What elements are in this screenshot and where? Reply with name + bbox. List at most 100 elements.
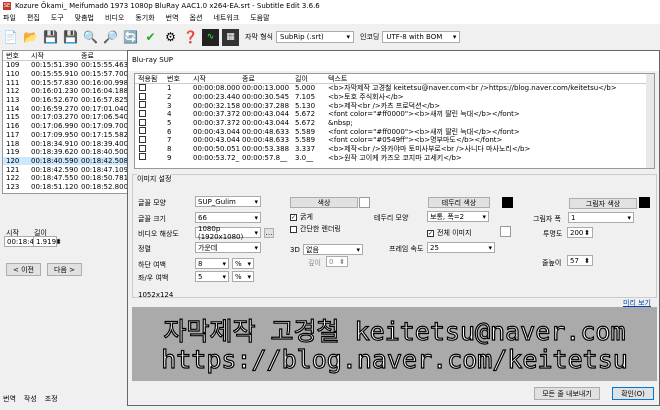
new-file-icon[interactable]: 📄 <box>2 29 19 46</box>
video-res-browse-button[interactable]: … <box>264 228 274 238</box>
menu-tools[interactable]: 도구 <box>51 13 64 23</box>
export-grid[interactable]: 적용됨 번호 시작 종료 길이 텍스트 1 00:00:08.000 00:00:1… <box>134 73 655 169</box>
table-row[interactable]: 112 00:16:01.230 00:16:04.188 <box>3 87 127 96</box>
checkbox[interactable] <box>139 135 146 143</box>
applied-checkbox[interactable] <box>135 92 167 102</box>
full-image-option[interactable]: ✓ 전체 이미지 <box>427 228 471 238</box>
help-icon[interactable]: ❓ <box>182 29 199 46</box>
table-cell: 00:00:48.633 <box>242 136 290 145</box>
encoding-select[interactable]: UTF-8 with BOM ▾ <box>382 31 461 43</box>
table-row[interactable]: 119 00:18:39.620 00:18:40.500 <box>3 148 127 157</box>
applied-checkbox[interactable] <box>135 153 167 162</box>
bold-checkbox[interactable]: ✓ <box>290 213 297 221</box>
menu-network[interactable]: 네트워크 <box>213 13 239 23</box>
transparency-input[interactable]: 200 ⬍ <box>567 227 593 238</box>
border-color-button[interactable]: 테두리 색상 <box>428 197 490 208</box>
full-image-checkbox[interactable]: ✓ <box>427 229 434 237</box>
font-color-button[interactable]: 색상 <box>290 197 358 208</box>
menu-sync[interactable]: 동기화 <box>135 13 154 23</box>
table-row[interactable]: 113 00:16:52.670 00:16:57.825 <box>3 96 127 105</box>
applied-checkbox[interactable] <box>135 127 167 136</box>
table-row[interactable]: 123 00:18:51.120 00:18:52.800 <box>3 183 127 192</box>
menu-help[interactable]: 도움말 <box>250 13 269 23</box>
find-icon[interactable]: 🔍 <box>82 29 99 46</box>
checkbox[interactable] <box>139 118 146 126</box>
menu-translate[interactable]: 번역 <box>166 13 179 23</box>
checkbox[interactable] <box>139 83 146 91</box>
lr-margin-unit-select[interactable]: % ▾ <box>232 271 254 282</box>
align-select[interactable]: 가운데 ▾ <box>195 242 261 253</box>
save-icon[interactable]: 💾 <box>42 29 59 46</box>
depth-input[interactable]: 0 ⬍ <box>326 256 348 267</box>
tab-create[interactable]: 작성 <box>24 394 37 404</box>
applied-checkbox[interactable] <box>135 83 167 93</box>
subtitle-list[interactable]: 번호 시작 종료 109 00:15:51.390 00:15:55.463 110 0… <box>2 50 128 194</box>
checkbox[interactable] <box>139 153 146 161</box>
simple-render-option[interactable]: 간단한 렌더링 <box>290 224 341 234</box>
menu-options[interactable]: 옵션 <box>190 13 203 23</box>
spellcheck-icon[interactable]: ✔ <box>142 29 159 46</box>
bottom-margin-unit-select[interactable]: % ▾ <box>232 258 254 269</box>
bottom-margin-select[interactable]: 8 ▾ <box>195 258 229 269</box>
table-row[interactable]: 9 00:00:53.72_ 00:00:57.8__ 3.0__ <b>원작 고이케 … <box>135 153 654 163</box>
table-cell: 00:15:57.830 <box>31 78 79 87</box>
table-row[interactable]: 121 00:18:42.590 00:18:47.109 <box>3 165 127 174</box>
threed-select[interactable]: 없음 ▾ <box>303 244 363 255</box>
video-res-select[interactable]: 1080p (1920x1080) ▾ <box>195 225 261 241</box>
table-row[interactable]: 118 00:18:34.910 00:18:39.400 <box>3 139 127 148</box>
table-row[interactable]: 110 00:15:55.910 00:15:57.700 <box>3 70 127 79</box>
checkbox[interactable] <box>139 144 146 152</box>
table-row[interactable]: 116 00:17:06.990 00:17:09.700 <box>3 122 127 131</box>
grid-scrollbar[interactable] <box>646 74 654 168</box>
sync-icon[interactable]: 🔄 <box>122 29 139 46</box>
tab-translate[interactable]: 번역 <box>3 394 16 404</box>
menu-edit[interactable]: 편집 <box>27 13 40 23</box>
checkbox[interactable] <box>139 127 146 135</box>
shadow-width-select[interactable]: 1 ▾ <box>568 212 634 223</box>
table-row[interactable]: 120 00:18:40.590 00:18:42.508 <box>3 156 127 166</box>
menu-spellcheck[interactable]: 맞춤법 <box>75 13 94 23</box>
checkbox[interactable] <box>139 109 146 117</box>
table-row[interactable]: 122 00:18:47.550 00:18:50.781 <box>3 174 127 183</box>
duration-input[interactable]: 1.919 ⬍ <box>33 236 62 247</box>
next-button[interactable]: 다음 > <box>47 263 82 276</box>
line-height-input[interactable]: 57 ⬍ <box>567 255 593 266</box>
prev-button[interactable]: < 이전 <box>6 263 41 276</box>
checkbox[interactable] <box>139 92 146 100</box>
tab-adjust[interactable]: 조정 <box>45 394 58 404</box>
table-row[interactable]: 114 00:16:59.270 00:17:01.040 <box>3 104 127 113</box>
waveform-icon[interactable]: ∿ <box>202 28 219 46</box>
applied-checkbox[interactable] <box>135 118 167 128</box>
format-select[interactable]: SubRip (.srt) ▾ <box>276 31 354 43</box>
font-size-select[interactable]: 66 ▾ <box>195 212 261 223</box>
border-style-select[interactable]: 보통, 폭=2 ▾ <box>427 211 489 222</box>
applied-checkbox[interactable] <box>135 101 167 110</box>
applied-checkbox[interactable] <box>135 144 167 154</box>
table-cell: 109 <box>6 61 20 70</box>
font-name-select[interactable]: SUP_Gulim ▾ <box>195 196 261 207</box>
settings-icon[interactable]: ⚙ <box>162 29 179 46</box>
table-row[interactable]: 109 00:15:51.390 00:15:55.463 <box>3 61 127 70</box>
shadow-color-button[interactable]: 그림자 색상 <box>569 198 637 209</box>
replace-icon[interactable]: 🔎 <box>102 29 119 46</box>
lr-margin-select[interactable]: 5 ▾ <box>195 271 229 282</box>
bold-option[interactable]: ✓ 굵게 <box>290 212 313 222</box>
table-row[interactable]: 4 00:00:37.372 00:00:43.044 5.672 <font colo… <box>135 109 654 119</box>
save-as-icon[interactable]: 💾 <box>62 29 79 46</box>
open-folder-icon[interactable]: 📂 <box>22 29 39 46</box>
framerate-select[interactable]: 25 ▾ <box>427 242 495 253</box>
checkbox[interactable] <box>139 101 146 109</box>
table-row[interactable]: 115 00:17:03.270 00:17:06.540 <box>3 113 127 122</box>
table-row[interactable]: 111 00:15:57.830 00:16:00.998 <box>3 78 127 87</box>
menu-file[interactable]: 파일 <box>3 13 16 23</box>
applied-checkbox[interactable] <box>135 135 167 145</box>
export-all-button[interactable]: 모든 줄 내보내기 <box>534 387 600 400</box>
full-image-color-swatch[interactable] <box>500 226 511 237</box>
video-icon[interactable]: ▦ <box>222 28 239 46</box>
align-label: 정렬 <box>138 245 151 253</box>
simple-render-checkbox[interactable] <box>290 225 297 233</box>
ok-button[interactable]: 확인(O) <box>612 387 654 400</box>
applied-checkbox[interactable] <box>135 109 167 119</box>
menu-video[interactable]: 비디오 <box>105 13 124 23</box>
table-row[interactable]: 117 00:17:09.950 00:17:15.582 <box>3 131 127 140</box>
